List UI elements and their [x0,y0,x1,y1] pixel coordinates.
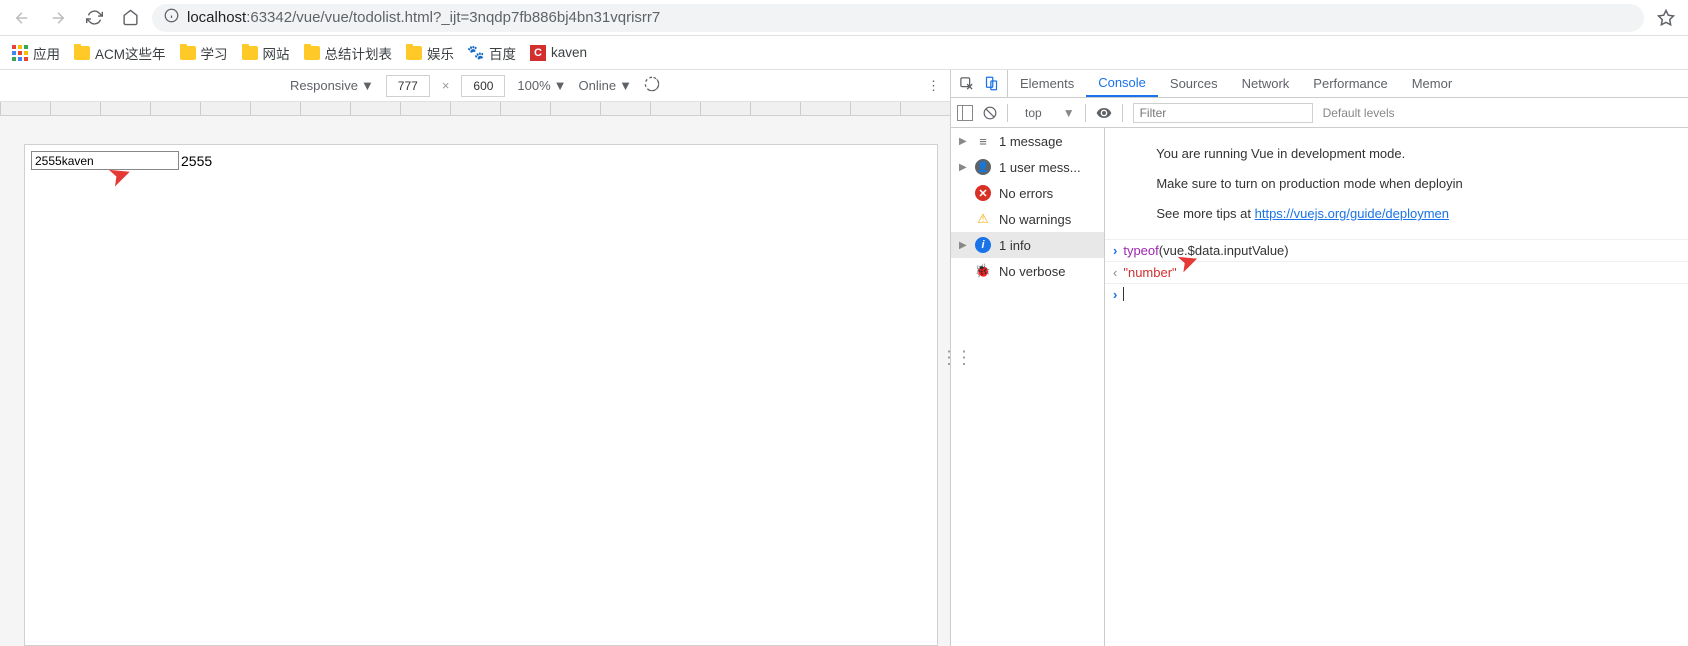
home-button[interactable] [116,4,144,32]
page-frame: 2555 [24,144,938,646]
sidebar-item-info[interactable]: ▶ i 1 info [951,232,1104,258]
folder-icon [242,46,258,60]
bookmark-star-icon[interactable] [1652,4,1680,32]
user-icon: 👤 [975,159,991,175]
chevron-down-icon: ▼ [619,78,632,93]
chevron-down-icon: ▼ [361,78,374,93]
baidu-icon: 🐾 [468,45,484,61]
sidebar-item-verbose[interactable]: 🐞 No verbose [951,258,1104,284]
device-toolbar: Responsive ▼ × 100% ▼ Online ▼ ⋮ [0,70,950,102]
chevron-down-icon: ▼ [1063,106,1075,120]
console-filter-input[interactable] [1133,103,1313,123]
sidebar-item-messages[interactable]: ▶ ≡ 1 message [951,128,1104,154]
devtools-pane: Elements Console Sources Network Perform… [950,70,1688,646]
console-message: You are running Vue in development mode.… [1105,128,1688,240]
page-pane: Responsive ▼ × 100% ▼ Online ▼ ⋮ [0,70,950,646]
bookmark-folder-2[interactable]: 网站 [242,43,290,63]
apps-label: 应用 [33,43,60,63]
page-viewport: 2555 ➤ [0,116,950,646]
tab-network[interactable]: Network [1230,70,1302,97]
error-icon: ✕ [975,185,991,201]
warning-icon: ⚠ [975,211,991,227]
url-bar[interactable]: localhost:63342/vue/vue/todolist.html?_i… [152,4,1644,32]
inspect-icon[interactable] [959,76,974,91]
cursor [1123,287,1124,301]
apps-icon [12,45,28,61]
sidebar-item-user[interactable]: ▶ 👤 1 user mess... [951,154,1104,180]
folder-icon [180,46,196,60]
console-result-line: ‹ "number" [1105,262,1688,284]
sidebar-item-warnings[interactable]: ⚠ No warnings [951,206,1104,232]
console-output[interactable]: You are running Vue in development mode.… [1105,128,1688,646]
todo-input[interactable] [31,151,179,170]
bookmark-baidu[interactable]: 🐾百度 [468,43,516,63]
bookmark-kaven[interactable]: Ckaven [530,45,587,61]
viewport-width-input[interactable] [386,75,430,97]
devtools-tabs: Elements Console Sources Network Perform… [951,70,1688,98]
bookmarks-bar: 应用 ACM这些年 学习 网站 总结计划表 娱乐 🐾百度 Ckaven [0,36,1688,70]
result-icon: ‹ [1113,265,1117,280]
expand-icon: ▶ [959,162,967,173]
info-icon: i [975,237,991,253]
forward-button[interactable] [44,4,72,32]
log-levels-select[interactable]: Default levels [1323,106,1395,120]
rotate-icon[interactable] [644,76,660,95]
sidebar-item-errors[interactable]: ✕ No errors [951,180,1104,206]
list-icon: ≡ [975,133,991,149]
console-prompt[interactable]: › [1105,284,1688,305]
bookmark-folder-0[interactable]: ACM这些年 [74,43,166,63]
clear-console-icon[interactable] [983,106,997,120]
console-sidebar: ▶ ≡ 1 message ▶ 👤 1 user mess... ✕ No er… [951,128,1105,646]
chevron-down-icon: ▼ [554,78,567,93]
device-menu-icon[interactable]: ⋮ [927,78,940,94]
back-button[interactable] [8,4,36,32]
dimension-separator: × [442,78,450,93]
reload-button[interactable] [80,4,108,32]
expand-icon: ▶ [959,240,967,251]
bug-icon: 🐞 [975,263,991,279]
tab-performance[interactable]: Performance [1301,70,1399,97]
apps-shortcut[interactable]: 应用 [12,43,60,63]
console-input-line: › typeof(vue.$data.inputValue) [1105,240,1688,262]
todo-output: 2555 [181,153,212,169]
browser-toolbar: localhost:63342/vue/vue/todolist.html?_i… [0,0,1688,36]
prompt-icon: › [1113,287,1117,302]
tab-memory[interactable]: Memor [1400,70,1464,97]
kaven-icon: C [530,45,546,61]
prompt-icon: › [1113,243,1117,258]
ruler [0,102,950,116]
pane-splitter[interactable]: ⋮⋮ [940,348,970,369]
tab-elements[interactable]: Elements [1008,70,1086,97]
sidebar-toggle-icon[interactable] [957,105,973,121]
tab-console[interactable]: Console [1086,70,1158,97]
network-select[interactable]: Online ▼ [579,78,632,93]
bookmark-folder-1[interactable]: 学习 [180,43,228,63]
folder-icon [304,46,320,60]
eye-icon[interactable] [1096,105,1112,121]
bookmark-folder-4[interactable]: 娱乐 [406,43,454,63]
context-select[interactable]: top [1018,103,1053,123]
expand-icon: ▶ [959,136,967,147]
site-info-icon[interactable] [164,8,179,27]
url-text: localhost:63342/vue/vue/todolist.html?_i… [187,9,660,26]
vue-docs-link[interactable]: https://vuejs.org/guide/deploymen [1255,206,1449,221]
device-mode-icon[interactable] [984,76,999,91]
folder-icon [406,46,422,60]
tab-sources[interactable]: Sources [1158,70,1230,97]
zoom-select[interactable]: 100% ▼ [517,78,566,93]
device-select[interactable]: Responsive ▼ [290,78,374,93]
bookmark-folder-3[interactable]: 总结计划表 [304,43,393,63]
console-toolbar: top ▼ Default levels [951,98,1688,128]
folder-icon [74,46,90,60]
viewport-height-input[interactable] [461,75,505,97]
